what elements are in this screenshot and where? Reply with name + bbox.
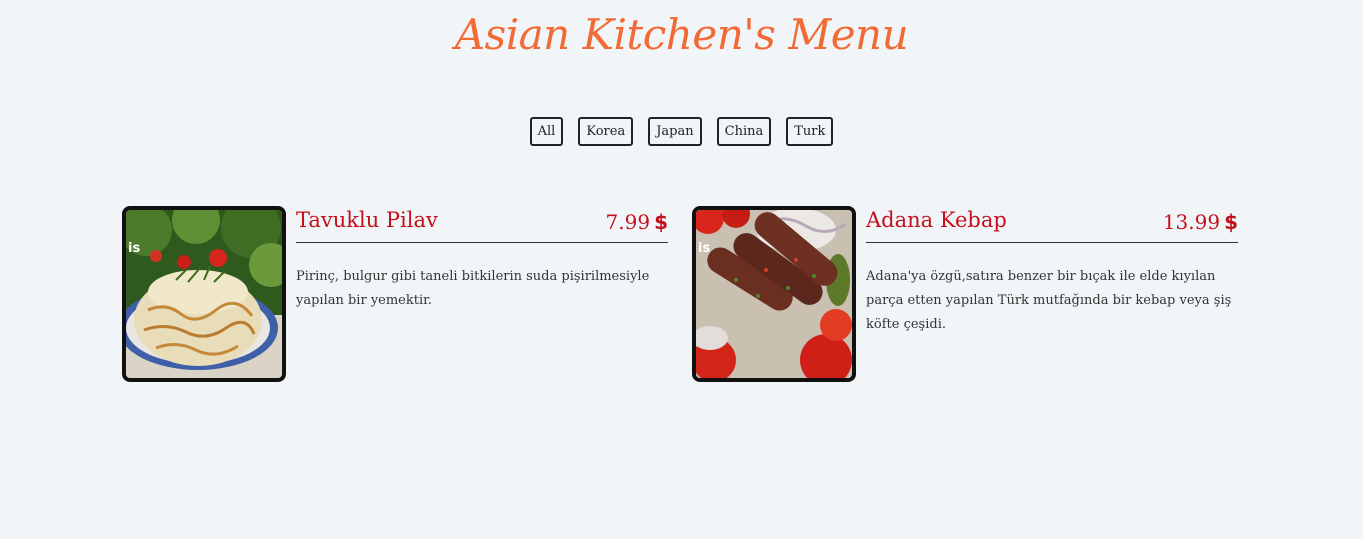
filter-button-korea[interactable]: Korea: [578, 117, 634, 146]
menu-item-header: Tavuklu Pilav 7.99 $: [296, 206, 668, 243]
menu-item-price: 7.99 $: [606, 208, 668, 236]
menu-item-info: Tavuklu Pilav 7.99 $ Pirinç, bulgur gibi …: [296, 206, 668, 313]
menu-item-price: 13.99 $: [1163, 208, 1238, 236]
menu-item-header: Adana Kebap 13.99 $: [866, 206, 1238, 243]
menu-item: is Adana Kebap 13.99 $ Adana'ya özgü,satı…: [692, 206, 1238, 382]
menu-item: is Tavuklu Pilav 7.99 $ Pirinç, bulgur gi…: [122, 206, 668, 382]
category-filter-bar: All Korea Japan China Turk: [0, 117, 1363, 146]
menu-item-name: Adana Kebap: [866, 208, 1007, 232]
menu-item-photo: is: [122, 206, 286, 382]
price-value: 7.99: [605, 210, 651, 234]
filter-button-turk[interactable]: Turk: [786, 117, 834, 146]
price-value: 13.99: [1162, 210, 1221, 234]
svg-text:is: is: [128, 241, 140, 256]
page-title: Asian Kitchen's Menu: [454, 10, 909, 59]
currency-symbol: $: [1224, 210, 1238, 234]
filter-button-all[interactable]: All: [529, 117, 564, 146]
menu-item-photo: is: [692, 206, 856, 382]
menu-item-name: Tavuklu Pilav: [296, 208, 438, 232]
svg-text:is: is: [698, 241, 710, 256]
menu-item-description: Adana'ya özgü,satıra benzer bir bıçak il…: [866, 269, 1232, 332]
menu-item-description: Pirinç, bulgur gibi taneli bitkilerin su…: [296, 269, 650, 308]
filter-button-japan[interactable]: Japan: [648, 117, 702, 146]
menu-item-info: Adana Kebap 13.99 $ Adana'ya özgü,satıra …: [866, 206, 1238, 337]
filter-button-china[interactable]: China: [716, 117, 772, 146]
currency-symbol: $: [654, 210, 668, 234]
